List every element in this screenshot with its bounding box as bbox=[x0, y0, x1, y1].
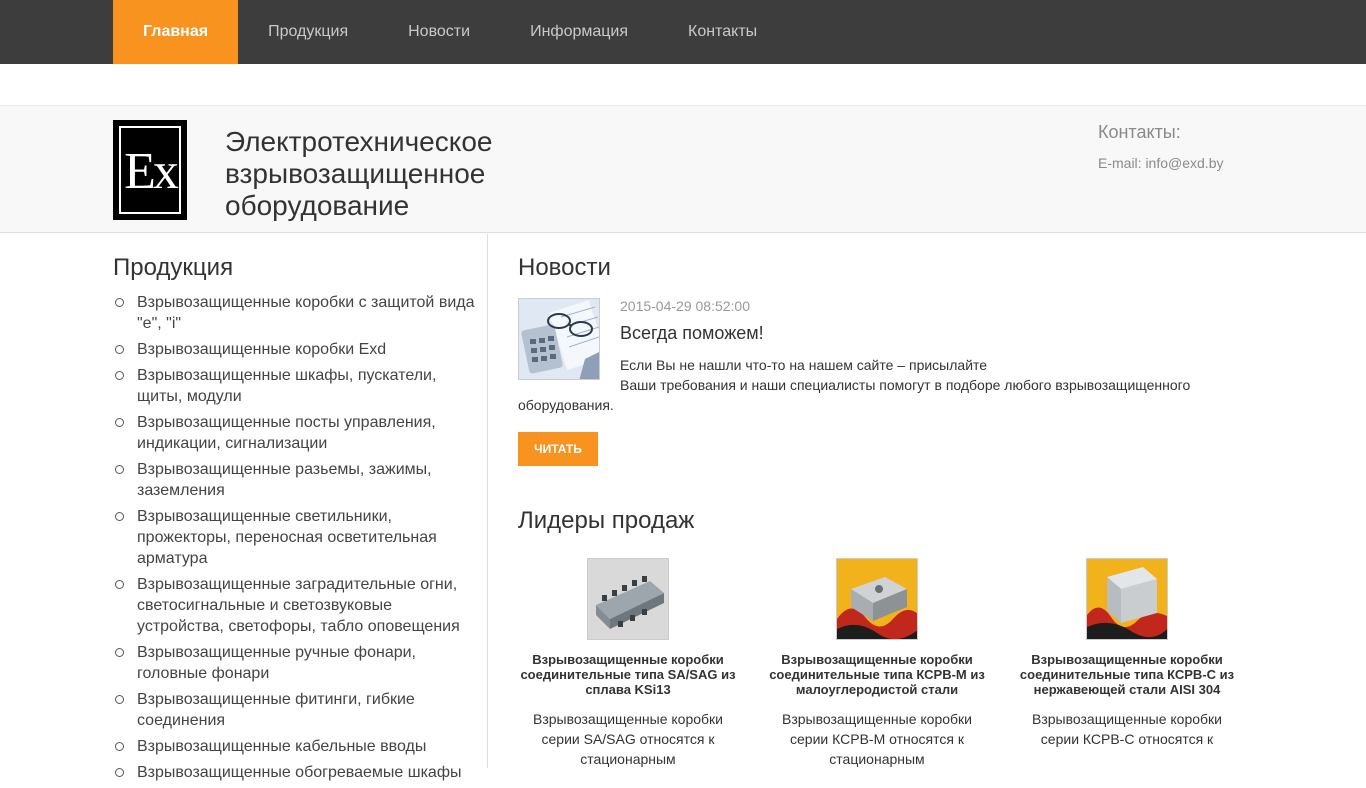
nav-menu: Главная Продукция Новости Информация Кон… bbox=[113, 0, 787, 64]
top-navigation: Главная Продукция Новости Информация Кон… bbox=[0, 0, 1366, 64]
main-content: Новости 2015-04-29 08:52:00 Всегда помож… bbox=[518, 254, 1258, 418]
column-divider bbox=[487, 234, 488, 768]
site-logo[interactable]: Ex bbox=[113, 120, 187, 220]
news-text-body: Ваши требования и наши специалисты помог… bbox=[518, 377, 1191, 413]
product-title[interactable]: Взрывозащищенные коробки соединительные … bbox=[767, 652, 987, 697]
nav-item-information[interactable]: Информация bbox=[500, 0, 658, 64]
nav-item-home[interactable]: Главная bbox=[113, 0, 239, 64]
contact-email[interactable]: E-mail: info@exd.by bbox=[1098, 155, 1338, 171]
product-thumbnail[interactable] bbox=[836, 558, 918, 640]
news-item: 2015-04-29 08:52:00 Всегда поможем! Если… bbox=[518, 298, 1258, 418]
nav-item-products[interactable]: Продукция bbox=[238, 0, 378, 64]
category-item[interactable]: Взрывозащищенные фитинги, гибкие соедине… bbox=[113, 689, 478, 731]
category-item[interactable]: Взрывозащищенные кабельные вводы bbox=[113, 736, 478, 757]
site-title: Электротехническое взрывозащищенное обор… bbox=[225, 126, 493, 221]
header-contacts: Контакты: E-mail: info@exd.by bbox=[1098, 122, 1338, 171]
junction-box-image bbox=[1087, 559, 1167, 639]
nav-item-contacts[interactable]: Контакты bbox=[658, 0, 787, 64]
category-item[interactable]: Взрывозащищенные коробки с защитой вида … bbox=[113, 292, 478, 334]
contacts-heading: Контакты: bbox=[1098, 122, 1181, 142]
news-heading: Новости bbox=[518, 254, 611, 281]
product-description: Взрывозащищенные коробки серии КСРВ-М от… bbox=[781, 711, 972, 767]
product-thumbnail[interactable] bbox=[1086, 558, 1168, 640]
category-item[interactable]: Взрывозащищенные заградительные огни, св… bbox=[113, 574, 478, 637]
product-title[interactable]: Взрывозащищенные коробки соединительные … bbox=[518, 652, 738, 697]
product-description: Взрывозащищенные коробки серии SA/SAG от… bbox=[532, 711, 723, 767]
product-card: Взрывозащищенные коробки соединительные … bbox=[767, 558, 987, 769]
products-sidebar: Продукция Взрывозащищенные коробки с защ… bbox=[113, 254, 478, 788]
read-more-button[interactable]: ЧИТАТЬ bbox=[518, 432, 598, 466]
category-item[interactable]: Взрывозащищенные обогреваемые шкафы bbox=[113, 762, 478, 783]
product-category-list: Взрывозащищенные коробки с защитой вида … bbox=[113, 292, 478, 783]
product-title[interactable]: Взрывозащищенные коробки соединительные … bbox=[1017, 652, 1237, 697]
junction-box-image bbox=[588, 559, 668, 639]
product-card: Взрывозащищенные коробки соединительные … bbox=[1017, 558, 1237, 749]
read-button-wrapper: ЧИТАТЬ bbox=[518, 432, 598, 466]
category-item[interactable]: Взрывозащищенные шкафы, пускатели, щиты,… bbox=[113, 365, 478, 407]
calculator-glasses-icon bbox=[519, 299, 599, 379]
news-thumbnail[interactable] bbox=[518, 298, 600, 380]
nav-item-news[interactable]: Новости bbox=[378, 0, 500, 64]
bestsellers-heading: Лидеры продаж bbox=[518, 507, 695, 534]
product-description: Взрывозащищенные коробки серии КСРВ-С от… bbox=[1031, 711, 1222, 747]
category-item[interactable]: Взрывозащищенные разьемы, зажимы, заземл… bbox=[113, 459, 478, 501]
news-title[interactable]: Всегда поможем! bbox=[620, 323, 764, 344]
news-date: 2015-04-29 08:52:00 bbox=[620, 298, 750, 314]
news-text-line: Если Вы не нашли что-то на нашем сайте –… bbox=[620, 357, 988, 373]
category-item[interactable]: Взрывозащищенные коробки Exd bbox=[113, 339, 478, 360]
category-item[interactable]: Взрывозащищенные ручные фонари, головные… bbox=[113, 642, 478, 684]
junction-box-image bbox=[837, 559, 917, 639]
category-item[interactable]: Взрывозащищенные светильники, прожекторы… bbox=[113, 506, 478, 569]
product-card: Взрывозащищенные коробки соединительные … bbox=[518, 558, 738, 769]
logo-text: Ex bbox=[124, 143, 179, 200]
site-header: Ex Электротехническое взрывозащищенное о… bbox=[0, 105, 1366, 233]
sidebar-heading: Продукция bbox=[113, 254, 234, 281]
category-item[interactable]: Взрывозащищенные посты управления, индик… bbox=[113, 412, 478, 454]
product-thumbnail[interactable] bbox=[587, 558, 669, 640]
